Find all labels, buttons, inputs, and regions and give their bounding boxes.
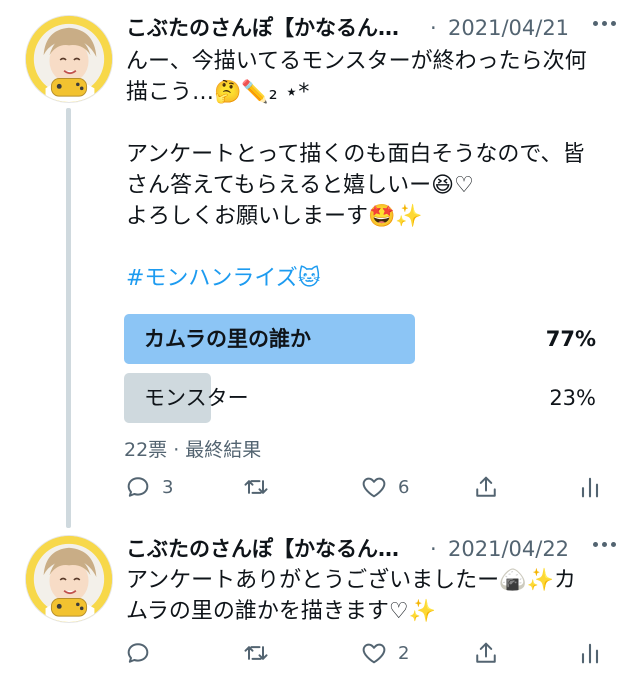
retweet-icon — [244, 480, 268, 494]
poll-option: モンスター 23% — [124, 373, 614, 423]
tweet-date[interactable]: 2021/04/21 — [448, 12, 569, 44]
tweet-actions: 3 6 — [124, 472, 604, 502]
reply-count: 3 — [162, 476, 174, 498]
retweet-button[interactable] — [242, 638, 280, 668]
poll-option-percent: 77% — [545, 327, 596, 351]
like-icon — [362, 643, 386, 664]
analytics-button[interactable] — [576, 638, 604, 668]
tweet-text-line: んー、今描いてるモンスターが終わったら次何 — [126, 49, 587, 74]
reply-button[interactable] — [124, 638, 162, 668]
tweet-header: こぶたのさんぽ【かなるん… · 2021/04/21 — [126, 12, 626, 44]
tweet-text-blank — [126, 232, 621, 263]
tweet-text-line: アンケートありがとうございましたー🍙✨カ — [126, 568, 576, 593]
share-icon — [476, 476, 496, 497]
poll-option: カムラの里の誰か 77% — [124, 314, 614, 364]
share-button[interactable] — [472, 638, 500, 668]
tweet-text-line: よろしくお願いしまーす🤩✨ — [126, 204, 423, 229]
retweet-button[interactable] — [242, 472, 280, 502]
share-button[interactable] — [472, 472, 500, 502]
hashtag-link[interactable]: #モンハンライズ🐱 — [126, 263, 621, 294]
more-icon[interactable] — [593, 542, 616, 547]
tweet[interactable]: こぶたのさんぽ【かなるん… · 2021/04/21 んー、今描いてるモンスター… — [0, 0, 641, 528]
tweet-text-line: 描こう…🤔✏️﻿₂ ⋆* — [126, 80, 310, 105]
tweet-date[interactable]: 2021/04/22 — [448, 533, 569, 565]
reply-button[interactable]: 3 — [124, 472, 173, 502]
like-count: 2 — [398, 642, 410, 664]
share-icon — [476, 642, 496, 663]
poll-option-label: カムラの里の誰か — [144, 327, 311, 351]
tweet-header: こぶたのさんぽ【かなるん… · 2021/04/22 — [126, 533, 626, 565]
header-separator: · — [430, 537, 437, 561]
analytics-icon — [581, 477, 599, 498]
tweet[interactable]: こぶたのさんぽ【かなるん… · 2021/04/22 アンケートありがとうござい… — [0, 525, 641, 680]
tweet-text: んー、今描いてるモンスターが終わったら次何 描こう…🤔✏️﻿₂ ⋆* アンケート… — [126, 46, 621, 294]
tweet-text-line: さん答えてもらえると嬉しいー😆♡ — [126, 173, 474, 198]
poll: カムラの里の誰か 77% モンスター 23% — [124, 314, 614, 432]
author-name[interactable]: こぶたのさんぽ【かなるん… — [126, 533, 399, 565]
avatar[interactable] — [25, 535, 113, 623]
tweet-text-line: ムラの里の誰かを描きます♡✨ — [126, 599, 437, 624]
like-button[interactable]: 2 — [360, 638, 409, 668]
retweet-icon — [244, 646, 268, 660]
thread-line — [66, 108, 71, 528]
tweet-actions: 2 — [124, 638, 604, 668]
tweet-text-line: アンケートとって描くのも面白そうなので、皆 — [126, 142, 585, 167]
header-separator: · — [430, 16, 437, 40]
poll-option-label: モンスター — [144, 386, 249, 410]
poll-meta: 22票 · 最終結果 — [124, 439, 262, 461]
reply-icon — [127, 477, 149, 497]
like-icon — [362, 477, 386, 498]
reply-icon — [127, 643, 149, 663]
analytics-icon — [581, 643, 599, 664]
avatar[interactable] — [25, 15, 113, 103]
tweet-text: アンケートありがとうございましたー🍙✨カ ムラの里の誰かを描きます♡✨ — [126, 565, 621, 627]
like-button[interactable]: 6 — [360, 472, 409, 502]
like-count: 6 — [398, 476, 410, 498]
more-icon[interactable] — [593, 21, 616, 26]
analytics-button[interactable] — [576, 472, 604, 502]
poll-option-percent: 23% — [549, 386, 596, 410]
tweet-text-blank — [126, 108, 621, 139]
author-name[interactable]: こぶたのさんぽ【かなるん… — [126, 12, 399, 44]
